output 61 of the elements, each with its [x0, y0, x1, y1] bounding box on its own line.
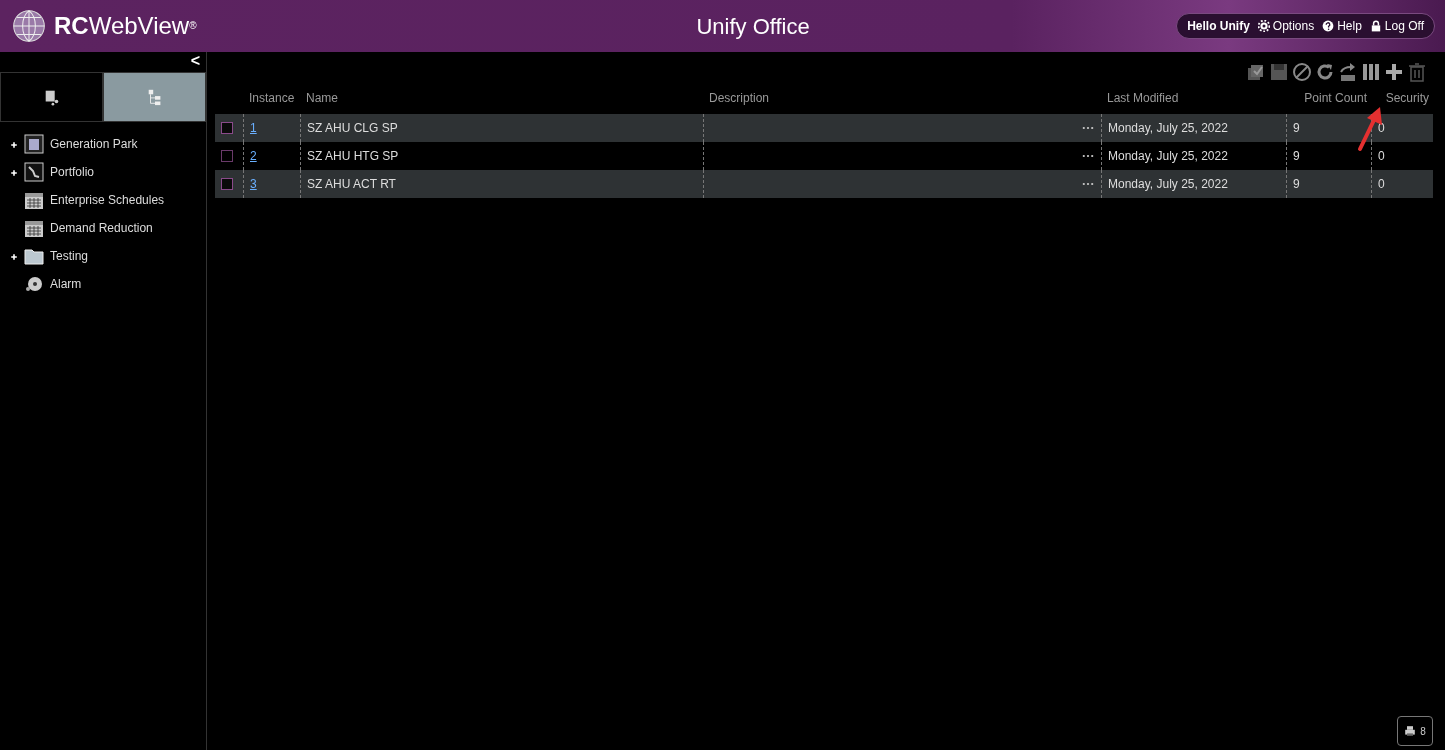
- collapse-button[interactable]: <: [190, 52, 200, 69]
- calendar-icon: [24, 218, 44, 238]
- gear-icon: [1257, 20, 1270, 32]
- table-cell-text: 0: [1378, 176, 1385, 193]
- logo-text: RCWebView$^{®}$: [54, 11, 197, 41]
- column-header[interactable]: Last Modified: [1107, 89, 1179, 107]
- calendar-icon: [24, 190, 44, 210]
- sidebar-tab[interactable]: [103, 72, 206, 122]
- table-cell-text: 9: [1293, 176, 1300, 193]
- table-cell-text: 9: [1293, 120, 1300, 137]
- column-header[interactable]: Point Count: [1304, 89, 1367, 107]
- building-icon: [24, 134, 44, 154]
- folder-icon: [24, 246, 44, 266]
- row-checkbox[interactable]: [221, 150, 233, 162]
- print-button[interactable]: 8: [1397, 716, 1433, 746]
- table-cell-text: 0: [1378, 120, 1385, 137]
- tree-item[interactable]: Portfolio: [50, 163, 95, 181]
- cancel-icon[interactable]: [1292, 62, 1312, 82]
- instance-link[interactable]: 3: [250, 175, 257, 193]
- print-count: 8: [1420, 724, 1426, 739]
- instance-link[interactable]: 2: [250, 147, 257, 165]
- tree-item[interactable]: Alarm: [50, 275, 82, 293]
- column-header[interactable]: Description: [709, 89, 770, 107]
- sidebar-tab[interactable]: [0, 72, 103, 122]
- logoff-link[interactable]: Log Off: [1384, 17, 1424, 35]
- table-cell-text: 9: [1293, 148, 1300, 165]
- column-header[interactable]: Security: [1385, 89, 1429, 107]
- lock-icon: [1369, 20, 1382, 32]
- help-icon: [1322, 20, 1335, 32]
- refresh-icon[interactable]: [1315, 62, 1335, 82]
- portfolio-icon: [24, 162, 44, 182]
- columns-icon[interactable]: [1361, 62, 1381, 82]
- table-cell-text: Monday, July 25, 2022: [1108, 120, 1228, 137]
- add-icon[interactable]: [1384, 62, 1404, 82]
- annotation-arrow: [1357, 106, 1383, 152]
- greeting-text: Hello Unify: [1187, 18, 1250, 35]
- table-cell-text: 0: [1378, 148, 1385, 165]
- disc-icon: [24, 274, 44, 294]
- tree-item[interactable]: Enterprise Schedules: [50, 191, 165, 209]
- help-link[interactable]: Help: [1337, 17, 1362, 35]
- table-cell-text: SZ AHU CLG SP: [307, 120, 398, 137]
- row-checkbox[interactable]: [221, 122, 233, 134]
- column-header[interactable]: Name: [306, 89, 338, 107]
- page-title: Unify Office: [695, 12, 811, 41]
- options-link[interactable]: Options: [1272, 17, 1315, 35]
- row-checkbox[interactable]: [221, 178, 233, 190]
- table-cell-text: Monday, July 25, 2022: [1108, 148, 1228, 165]
- printer-icon: [1404, 725, 1417, 737]
- instance-link[interactable]: 1: [250, 119, 257, 137]
- tree-item[interactable]: Testing: [50, 247, 89, 265]
- table-cell-text: SZ AHU ACT RT: [307, 176, 396, 193]
- column-header[interactable]: Instance: [249, 89, 295, 107]
- tree-item[interactable]: Demand Reduction: [50, 219, 153, 237]
- check-all-icon[interactable]: [1246, 62, 1266, 82]
- expand-icon[interactable]: [10, 252, 18, 261]
- table-cell-text: Monday, July 25, 2022: [1108, 176, 1228, 193]
- expand-icon[interactable]: [10, 168, 18, 177]
- table-cell-text: SZ AHU HTG SP: [307, 148, 399, 165]
- expand-icon[interactable]: [10, 140, 18, 149]
- tree-item[interactable]: Generation Park: [50, 135, 138, 153]
- globe-icon: [12, 9, 46, 43]
